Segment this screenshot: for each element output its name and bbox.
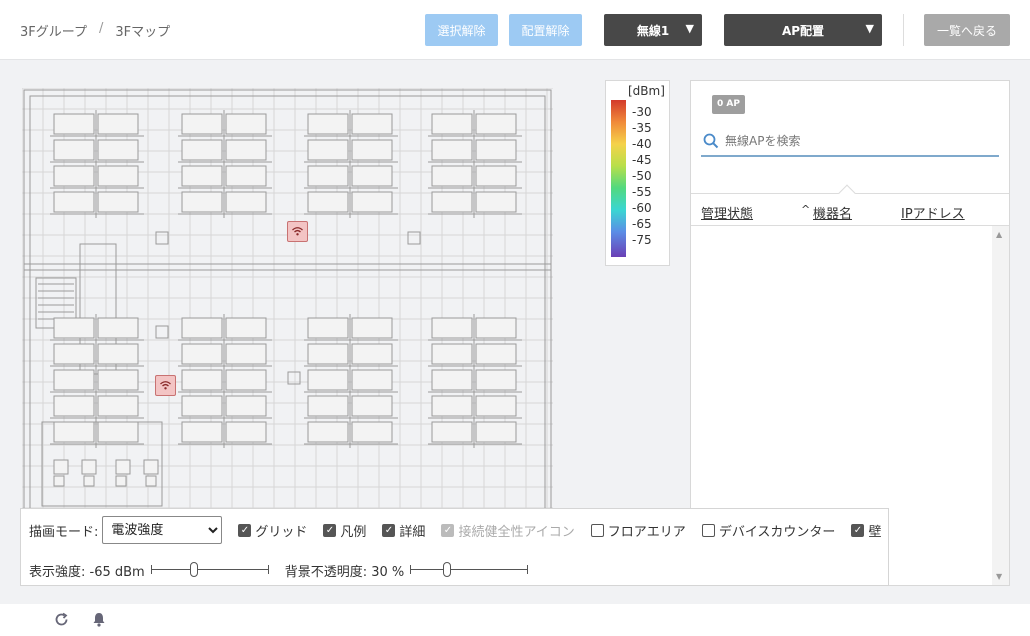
radio-band-value: 無線1 <box>636 23 670 38</box>
controls-row-sliders: 表示強度: -65 dBm 背景不透明度: 30 % <box>29 561 544 580</box>
wifi-icon <box>292 227 303 236</box>
strength-label: 表示強度: -65 dBm <box>29 564 145 580</box>
health-icon-checkbox-label: 接続健全性アイコン <box>458 524 575 540</box>
floor-area-checkbox-label: フロアエリア <box>607 524 686 540</box>
details-checkbox-label: 詳細 <box>399 524 426 540</box>
legend-ticks: -30 -35 -40 -45 -50 -55 -60 -65 -75 <box>632 105 652 249</box>
controls-row-mode: 描画モード: 電波強度 ✓ グリッド ✓ 凡例 ✓ 詳細 ✓ 接続健全性アイコン フロア… <box>29 515 881 545</box>
breadcrumb-separator: / <box>98 21 104 36</box>
scroll-down-icon[interactable]: ▼ <box>996 572 1002 581</box>
grid-checkbox[interactable]: ✓ グリッド <box>238 521 307 540</box>
device-counter-checkbox-label: デバイスカウンター <box>718 524 836 540</box>
bell-icon[interactable] <box>91 611 107 628</box>
checkbox-checked-icon[interactable]: ✓ <box>851 523 865 537</box>
opacity-label: 背景不透明度: 30 % <box>284 564 405 580</box>
draw-mode-label: 描画モード: <box>29 524 99 540</box>
checkbox-checked-icon: ✓ <box>441 523 455 537</box>
floor-map[interactable] <box>22 88 553 518</box>
details-checkbox[interactable]: ✓ 詳細 <box>382 521 425 540</box>
strength-slider[interactable] <box>150 562 269 578</box>
back-to-list-button[interactable]: 一覧へ戻る <box>924 14 1010 46</box>
dropdown-caret-icon: ▼ <box>685 22 694 35</box>
legend-tick: -40 <box>632 137 652 151</box>
column-header-ip-address[interactable]: IPアドレス <box>901 203 965 222</box>
sort-ascending-icon: ^ <box>801 203 811 216</box>
header-notch <box>838 184 856 202</box>
legend-tick: -35 <box>632 121 652 135</box>
grid-checkbox-label: グリッド <box>255 524 308 540</box>
walls-checkbox[interactable]: ✓ 壁 <box>851 521 881 540</box>
search-icon <box>703 133 719 149</box>
checkbox-checked-icon[interactable]: ✓ <box>238 523 252 537</box>
checkbox-checked-icon[interactable]: ✓ <box>323 523 337 537</box>
ap-search-input[interactable] <box>725 131 995 151</box>
checkbox-unchecked-icon[interactable] <box>701 523 715 537</box>
floor-area-checkbox[interactable]: フロアエリア <box>590 521 686 540</box>
breadcrumb: 3Fグループ / 3Fマップ <box>20 21 170 40</box>
checkbox-unchecked-icon[interactable] <box>590 523 604 537</box>
legend-checkbox[interactable]: ✓ 凡例 <box>323 521 366 540</box>
draw-mode-select[interactable]: 電波強度 <box>102 516 223 544</box>
breadcrumb-current-map: 3Fマップ <box>115 25 171 40</box>
legend-tick: -55 <box>632 185 652 199</box>
legend-color-scale <box>611 100 626 257</box>
device-counter-checkbox[interactable]: デバイスカウンター <box>701 521 836 540</box>
slider-track <box>150 569 269 570</box>
deselect-button[interactable]: 選択解除 <box>425 14 498 46</box>
header-divider <box>903 14 904 46</box>
legend-tick: -30 <box>632 105 652 119</box>
walls-checkbox-label: 壁 <box>868 524 882 540</box>
health-icon-checkbox: ✓ 接続健全性アイコン <box>441 521 575 540</box>
ap-count-badge: 0 AP <box>712 95 745 114</box>
slider-end <box>150 565 152 574</box>
slider-end <box>527 565 529 574</box>
slider-track <box>410 569 529 570</box>
access-point-marker[interactable] <box>155 375 176 396</box>
ap-table-header: 管理状態 ^ 機器名 IPアドレス <box>691 184 1009 226</box>
column-header-device-name[interactable]: 機器名 <box>813 203 852 222</box>
legend-tick: -45 <box>632 153 652 167</box>
floor-plan-drawing <box>22 88 553 518</box>
scroll-up-icon[interactable]: ▲ <box>996 230 1002 239</box>
slider-end <box>410 565 412 574</box>
breadcrumb-group-link[interactable]: 3Fグループ <box>20 21 87 40</box>
legend-tick: -75 <box>632 233 652 247</box>
opacity-slider[interactable] <box>410 562 529 578</box>
dropdown-caret-icon: ▼ <box>865 22 874 35</box>
slider-thumb[interactable] <box>443 562 452 577</box>
radio-band-select[interactable]: 無線1 ▼ <box>604 14 702 46</box>
legend-tick: -65 <box>632 217 652 231</box>
legend-checkbox-label: 凡例 <box>340 524 367 540</box>
slider-thumb[interactable] <box>189 562 198 577</box>
checkbox-checked-icon[interactable]: ✓ <box>382 523 396 537</box>
access-point-marker[interactable] <box>287 221 308 242</box>
legend-unit: [dBm] <box>628 84 665 98</box>
legend-tick: -50 <box>632 169 652 183</box>
ap-search-box <box>701 127 999 157</box>
ap-placement-select[interactable]: AP配置 ▼ <box>724 14 882 46</box>
ap-placement-value: AP配置 <box>781 23 825 38</box>
footer-bar <box>0 604 1030 636</box>
unplace-button[interactable]: 配置解除 <box>509 14 582 46</box>
slider-end <box>267 565 269 574</box>
refresh-icon[interactable] <box>53 611 70 628</box>
legend-tick: -60 <box>632 201 652 215</box>
column-header-status[interactable]: 管理状態 <box>701 203 753 222</box>
ap-list-scrollbar[interactable]: ▲ ▼ <box>992 226 1009 585</box>
signal-strength-legend: [dBm] -30 -35 -40 -45 -50 -55 -60 -65 -7… <box>605 80 670 266</box>
wifi-icon <box>160 381 171 390</box>
header-bar: 3Fグループ / 3Fマップ 選択解除 配置解除 無線1 ▼ AP配置 ▼ 一覧… <box>0 0 1030 60</box>
map-display-controls: 描画モード: 電波強度 ✓ グリッド ✓ 凡例 ✓ 詳細 ✓ 接続健全性アイコン フロア… <box>20 508 889 586</box>
